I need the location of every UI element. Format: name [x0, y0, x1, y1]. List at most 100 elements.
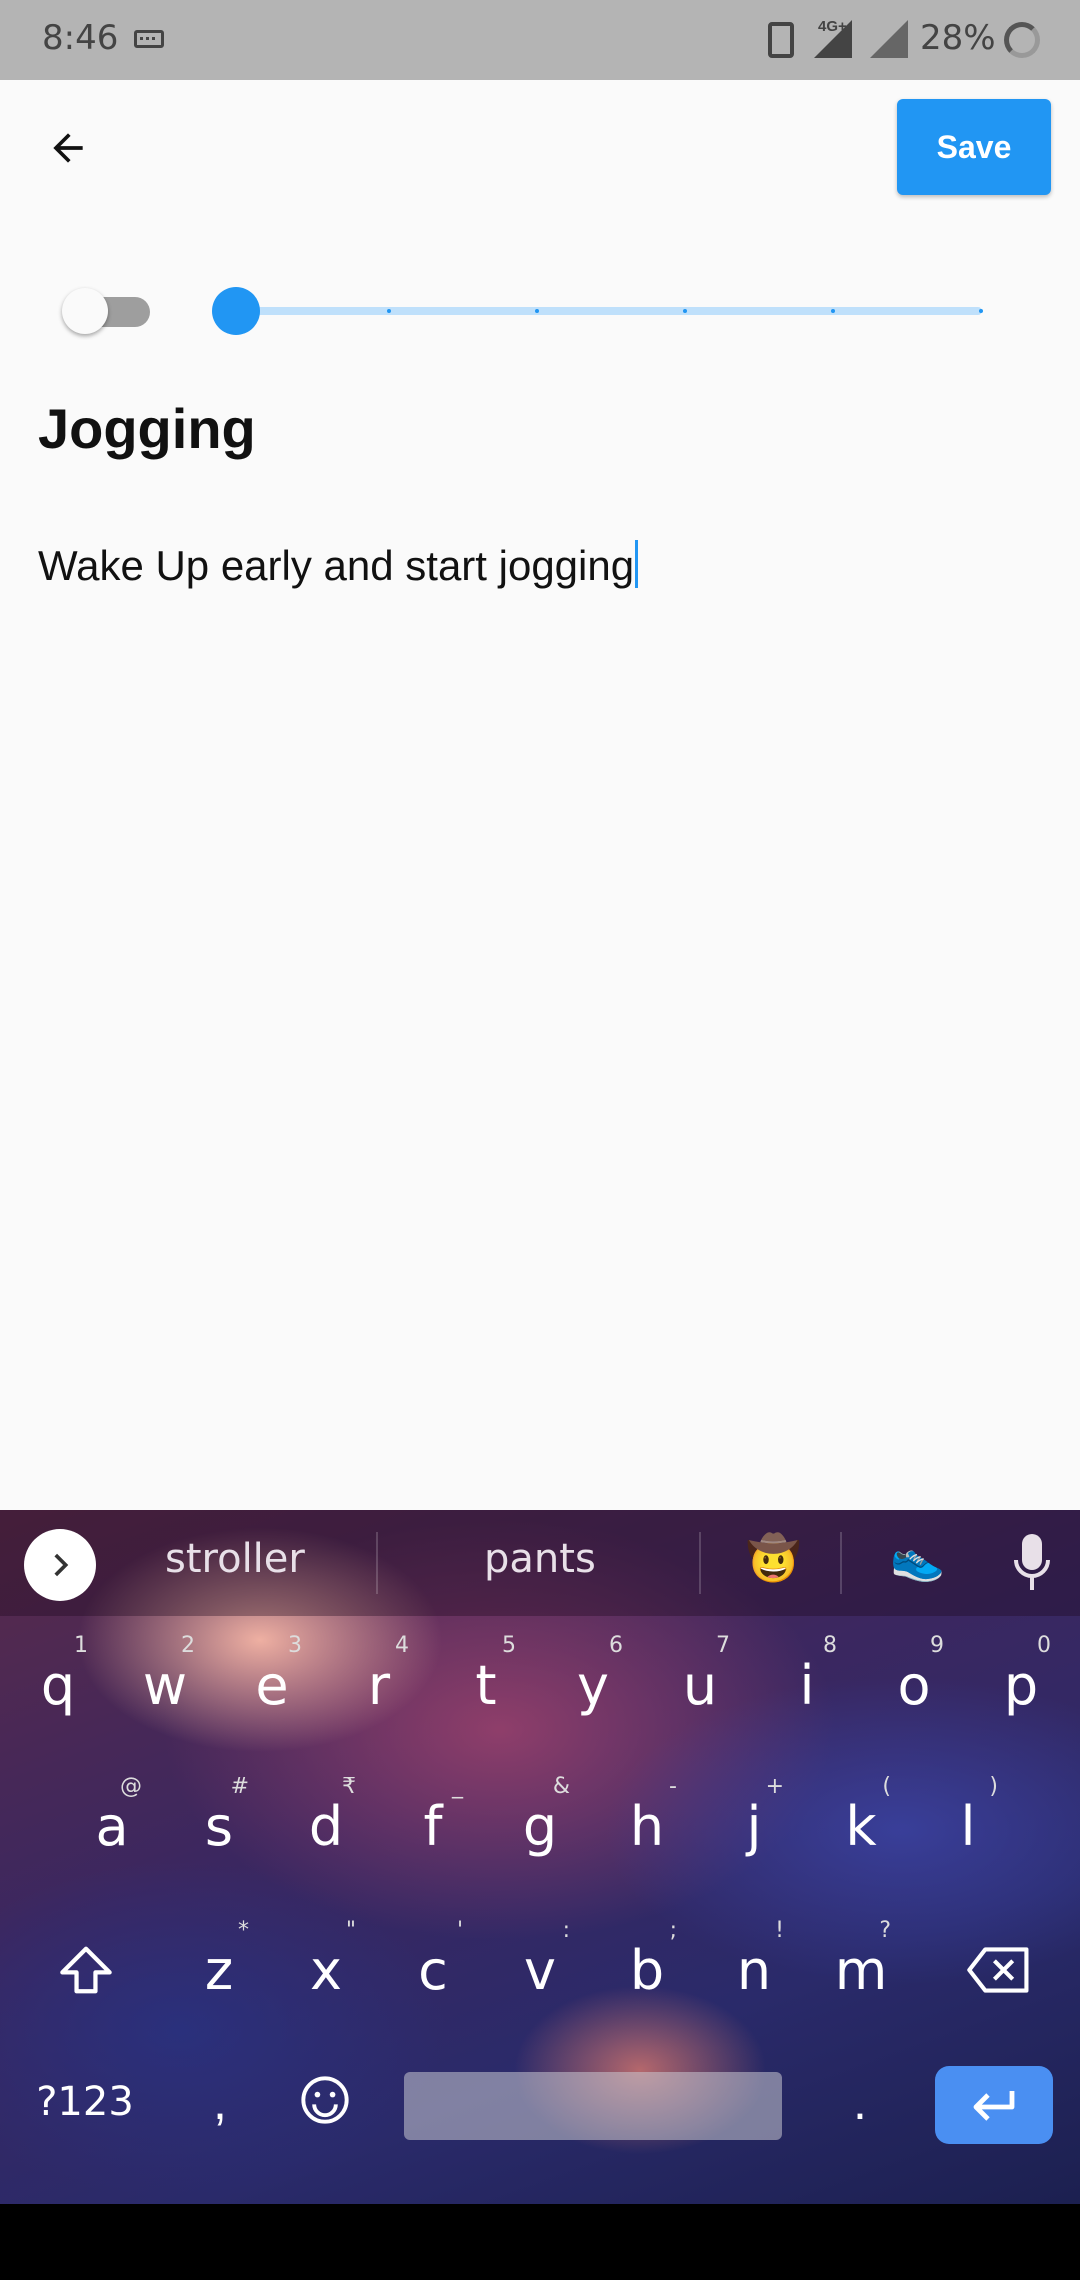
- key-hint: ;: [669, 1918, 677, 1943]
- priority-slider[interactable]: [212, 286, 988, 336]
- enter-icon: [973, 2091, 1015, 2121]
- key-i[interactable]: i8: [757, 1625, 857, 1745]
- key-hint: &: [552, 1774, 570, 1799]
- key-a[interactable]: a @: [62, 1766, 162, 1886]
- key-hint: 4: [395, 1633, 409, 1658]
- key-label: i: [799, 1653, 815, 1717]
- key-j[interactable]: j +: [704, 1766, 804, 1886]
- key-label: d: [308, 1794, 344, 1858]
- status-time: 8:46: [42, 18, 119, 58]
- key-label: q: [40, 1653, 76, 1717]
- vibrate-icon: [768, 22, 794, 58]
- key-c[interactable]: c ': [383, 1910, 483, 2030]
- suggestion-emoji-2[interactable]: 👟: [890, 1532, 945, 1584]
- key-label: k: [845, 1794, 877, 1858]
- key-s[interactable]: s #: [169, 1766, 269, 1886]
- slider-tick: [683, 309, 687, 313]
- key-t[interactable]: t5: [436, 1625, 536, 1745]
- note-body-input[interactable]: Wake Up early and start jogging: [38, 540, 1038, 590]
- note-body-text: Wake Up early and start jogging: [38, 542, 635, 589]
- key-hint: 9: [930, 1633, 944, 1658]
- back-button[interactable]: [30, 110, 106, 186]
- key-label: t: [475, 1653, 497, 1717]
- key-label: e: [255, 1653, 289, 1717]
- expand-toolbar-button[interactable]: [24, 1529, 96, 1601]
- key-w[interactable]: w2: [115, 1625, 215, 1745]
- microphone-icon[interactable]: [1012, 1532, 1052, 1594]
- key-hint: :: [562, 1918, 570, 1943]
- key-y[interactable]: y6: [543, 1625, 643, 1745]
- emoji-key[interactable]: [290, 2060, 360, 2140]
- suggestion-2[interactable]: pants: [484, 1536, 596, 1582]
- key-x[interactable]: x ": [276, 1910, 376, 2030]
- key-label: w: [142, 1653, 188, 1717]
- suggestion-emoji-1[interactable]: 🤠: [746, 1532, 801, 1584]
- key-hint: ?: [879, 1918, 891, 1943]
- key-l[interactable]: l): [918, 1766, 1018, 1886]
- key-label: y: [577, 1653, 609, 1717]
- symbols-key[interactable]: ?123: [20, 2047, 150, 2157]
- enter-key[interactable]: [935, 2066, 1053, 2144]
- slider-tick: [387, 309, 391, 313]
- key-label: a: [95, 1794, 129, 1858]
- suggestion-bar: stroller pants 🤠 👟: [0, 1510, 1080, 1616]
- key-f[interactable]: f _: [383, 1766, 483, 1886]
- key-q[interactable]: q1: [8, 1625, 108, 1745]
- key-d[interactable]: d ₹: [276, 1766, 376, 1886]
- key-g[interactable]: g &: [490, 1766, 590, 1886]
- key-hint: 5: [502, 1633, 516, 1658]
- toggle-thumb: [62, 288, 108, 334]
- note-title[interactable]: Jogging: [38, 396, 256, 461]
- key-k[interactable]: k(: [811, 1766, 911, 1886]
- key-hint: 2: [181, 1633, 195, 1658]
- shift-icon: [60, 1946, 112, 1994]
- key-hint: +: [765, 1774, 784, 1799]
- key-h[interactable]: h-: [597, 1766, 697, 1886]
- key-label: l: [960, 1794, 976, 1858]
- key-hint: #: [230, 1774, 249, 1799]
- chevron-right-icon: [54, 1553, 69, 1577]
- delete-key[interactable]: [944, 1910, 1054, 2030]
- key-hint: 7: [716, 1633, 730, 1658]
- save-button[interactable]: Save: [897, 99, 1051, 195]
- suggestion-1[interactable]: stroller: [165, 1536, 305, 1582]
- slider-thumb[interactable]: [212, 287, 260, 335]
- key-e[interactable]: e3: [222, 1625, 322, 1745]
- key-hint: (: [882, 1774, 891, 1799]
- suggestion-divider: [376, 1532, 378, 1594]
- key-hint: 8: [823, 1633, 837, 1658]
- keyboard-icon: [134, 30, 164, 48]
- key-label: p: [1003, 1653, 1039, 1717]
- key-label: c: [418, 1938, 448, 2002]
- smiley-icon: [301, 2076, 349, 2124]
- battery-percent: 28%: [920, 18, 996, 58]
- key-n[interactable]: n!: [704, 1910, 804, 2030]
- key-label: u: [682, 1653, 718, 1717]
- status-bar: 8:46 4G+ 28%: [0, 0, 1080, 80]
- comma-key[interactable]: ,: [190, 2047, 250, 2157]
- key-hint: -: [669, 1774, 677, 1799]
- key-hint: @: [120, 1774, 142, 1799]
- key-b[interactable]: b;: [597, 1910, 697, 2030]
- key-u[interactable]: u7: [650, 1625, 750, 1745]
- key-label: j: [746, 1794, 762, 1858]
- key-hint: 3: [288, 1633, 302, 1658]
- battery-icon: [1004, 22, 1040, 58]
- key-label: m: [834, 1938, 888, 2002]
- completed-toggle[interactable]: [62, 288, 152, 334]
- key-z[interactable]: z *: [169, 1910, 269, 2030]
- key-p[interactable]: p0: [971, 1625, 1071, 1745]
- text-caret: [635, 540, 639, 588]
- key-o[interactable]: o9: [864, 1625, 964, 1745]
- key-hint: ): [989, 1774, 998, 1799]
- key-m[interactable]: m?: [811, 1910, 911, 2030]
- key-r[interactable]: r4: [329, 1625, 429, 1745]
- key-hint: _: [452, 1774, 463, 1799]
- key-label: o: [897, 1653, 931, 1717]
- key-label: n: [736, 1938, 772, 2002]
- space-key[interactable]: [404, 2072, 782, 2140]
- shift-key[interactable]: [36, 1910, 136, 2030]
- key-hint: 0: [1037, 1633, 1051, 1658]
- period-key[interactable]: .: [830, 2047, 890, 2157]
- key-v[interactable]: v:: [490, 1910, 590, 2030]
